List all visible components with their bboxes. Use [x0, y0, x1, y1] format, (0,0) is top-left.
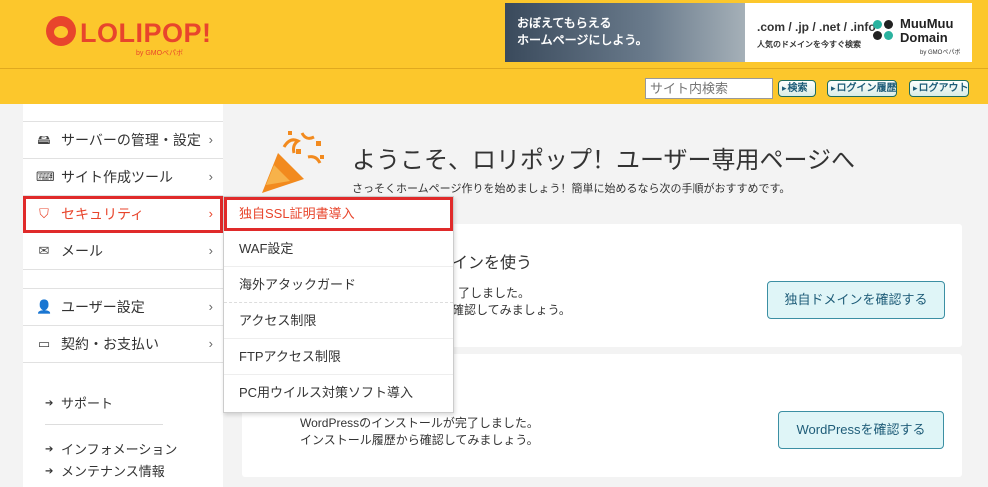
- shield-icon: ⛉: [39, 206, 49, 221]
- submenu-item-access-restriction[interactable]: アクセス制限: [224, 303, 453, 339]
- sidebar-item-label: セキュリティ: [61, 206, 145, 222]
- credit-card-icon: ▭: [37, 336, 51, 351]
- page-title: ようこそ、ロリポップ！ユーザー専用ページへ: [352, 147, 856, 174]
- submenu-item-waf[interactable]: WAF設定: [224, 231, 453, 267]
- banner-brand-sub: by GMOペパボ: [920, 50, 961, 56]
- banner-brand2: Domain: [900, 30, 948, 45]
- banner-brand1: MuuMuu: [900, 16, 954, 31]
- banner-domains: .com / .jp / .net / .info: [757, 20, 876, 34]
- logo-text: LOLIPOP!: [80, 18, 212, 48]
- server-icon: 🖴: [37, 132, 51, 147]
- chevron-right-icon: ›: [208, 243, 213, 258]
- lolipop-logo-mark-icon: [46, 16, 76, 46]
- chevron-right-icon: ›: [208, 336, 213, 351]
- chevron-right-icon: ›: [208, 132, 213, 147]
- sidebar-item-user-settings[interactable]: 👤 ユーザー設定 ›: [23, 289, 223, 326]
- banner-line1: おぼえてもらえる: [517, 16, 612, 30]
- submenu-item-attack-guard[interactable]: 海外アタックガード: [224, 267, 453, 303]
- header: LOLIPOP! by GMOペパボ おぼえてもらえる ホームページにしよう。 …: [0, 0, 988, 104]
- submenu-item-ftp-restriction[interactable]: FTPアクセス制限: [224, 339, 453, 375]
- mail-icon: ✉: [38, 243, 50, 258]
- card-text-line2: インストール履歴から確認してみましょう。: [300, 433, 539, 447]
- sidebar-item-label: サイト作成ツール: [61, 169, 173, 185]
- sidebar-item-mail[interactable]: ✉ メール ›: [23, 233, 223, 270]
- lolipop-logo[interactable]: LOLIPOP! by GMOペパボ: [46, 16, 211, 57]
- submenu-item-antivirus[interactable]: PC用ウイルス対策ソフト導入: [224, 375, 453, 411]
- page-subtitle: さっそくホームページ作りを始めましょう！簡単に始めるなら次の手順がおすすめです。: [352, 183, 791, 195]
- sidebar-item-site-tools[interactable]: ⌨ サイト作成ツール ›: [23, 159, 223, 196]
- sidebar-item-server[interactable]: 🖴 サーバーの管理・設定 ›: [23, 122, 223, 159]
- header-divider: [0, 68, 988, 69]
- card-text-line2: 確認してみましょう。: [452, 303, 571, 317]
- card-text-line1: 了しました。: [458, 286, 531, 300]
- search-button[interactable]: 検索: [778, 80, 816, 97]
- sidebar-divider: [45, 424, 163, 425]
- sidebar: 🖴 サーバーの管理・設定 › ⌨ サイト作成ツール › ⛉ セキュリティ › ✉…: [23, 104, 223, 487]
- party-popper-icon: [262, 131, 324, 193]
- sidebar-item-billing[interactable]: ▭ 契約・お支払い ›: [23, 326, 223, 363]
- muumuu-domain-banner[interactable]: おぼえてもらえる ホームページにしよう。 .com / .jp / .net /…: [505, 3, 972, 62]
- sidebar-item-label: メール: [61, 243, 103, 259]
- sidebar-links: サポート インフォメーション メンテナンス情報: [23, 363, 223, 483]
- site-search-input[interactable]: [645, 78, 773, 99]
- chevron-right-icon: ›: [208, 299, 213, 314]
- security-submenu: 独自SSL証明書導入 WAF設定 海外アタックガード アクセス制限 FTPアクセ…: [223, 196, 454, 413]
- card-text-line1: WordPressのインストールが完了しました。: [300, 416, 539, 430]
- sidebar-item-label: サーバーの管理・設定: [61, 132, 201, 148]
- banner-line2: ホームページにしよう。: [517, 33, 648, 47]
- user-icon: 👤: [36, 299, 53, 314]
- chevron-right-icon: ›: [208, 169, 213, 184]
- check-wordpress-button[interactable]: WordPressを確認する: [778, 411, 944, 449]
- sidebar-item-security[interactable]: ⛉ セキュリティ ›: [23, 196, 223, 233]
- card-title: インを使う: [452, 255, 533, 272]
- logout-button[interactable]: ログアウト: [909, 80, 969, 97]
- check-domain-button[interactable]: 独自ドメインを確認する: [767, 281, 945, 319]
- muumuu-logo-icon: [873, 20, 895, 42]
- logo-sub: by GMOペパボ: [136, 50, 184, 57]
- information-link[interactable]: インフォメーション: [23, 439, 223, 461]
- chevron-right-icon: ›: [208, 206, 213, 221]
- submenu-item-ssl[interactable]: 独自SSL証明書導入: [224, 197, 453, 231]
- banner-tagline: 人気のドメインを今すぐ検索: [757, 40, 861, 49]
- banner-photo: おぼえてもらえる ホームページにしよう。: [505, 3, 745, 62]
- support-link[interactable]: サポート: [23, 393, 223, 415]
- login-history-button[interactable]: ログイン履歴: [827, 80, 897, 97]
- sidebar-item-label: ユーザー設定: [61, 299, 145, 315]
- maintenance-link[interactable]: メンテナンス情報: [23, 461, 223, 483]
- laptop-icon: ⌨: [36, 169, 55, 184]
- sidebar-item-label: 契約・お支払い: [61, 336, 159, 352]
